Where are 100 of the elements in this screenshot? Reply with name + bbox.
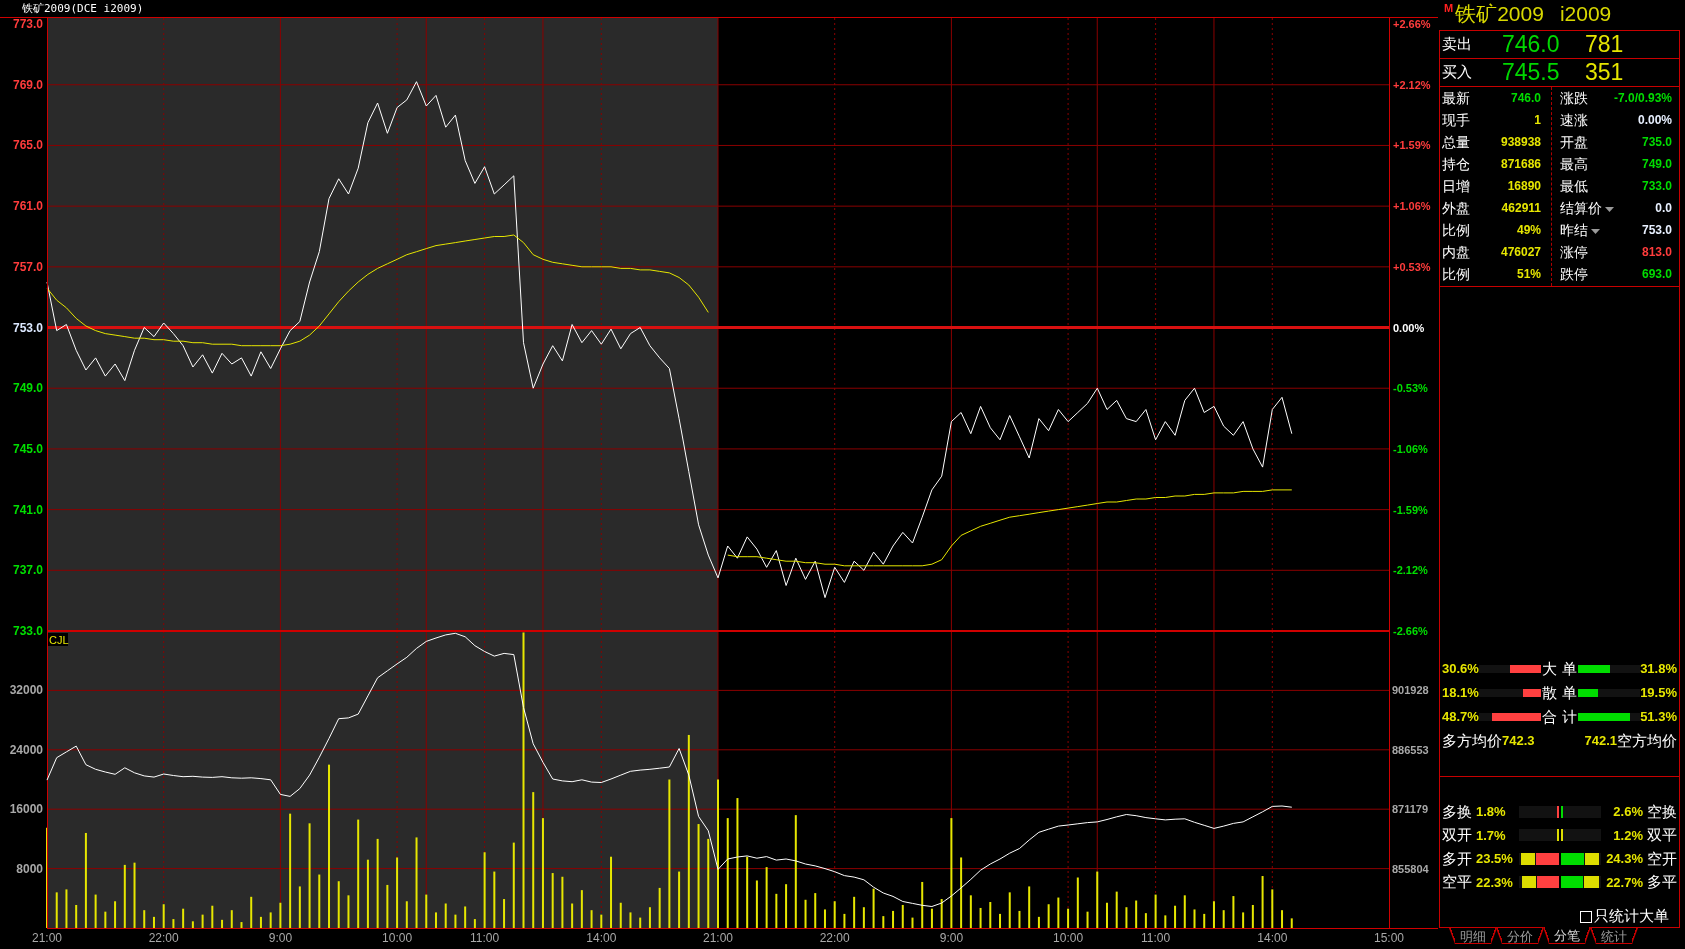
- volume-axis-label: 16000: [9, 802, 43, 817]
- stat-value: 813.0: [1641, 244, 1672, 261]
- stat-label: 昨结: [1560, 220, 1588, 240]
- stat-value: 871686: [1500, 156, 1541, 173]
- quote-label: 买入: [1441, 62, 1473, 83]
- quote-label: 卖出: [1441, 34, 1473, 55]
- flow-label: 多开: [1442, 848, 1473, 869]
- stat-label: 最新: [1442, 88, 1470, 108]
- percent-axis-label: +1.59%: [1393, 139, 1431, 152]
- price-axis-label: 741.0: [12, 502, 43, 517]
- stat-label: 涨停: [1560, 242, 1588, 262]
- volume-axis-label: 24000: [9, 742, 43, 757]
- price-axis-label: 773.0: [12, 17, 43, 32]
- stat-value: 0.00%: [1637, 112, 1672, 129]
- stat-value: 1: [1534, 112, 1541, 129]
- ratio-value: 18.1%: [1442, 684, 1479, 703]
- price-axis-label: 753.0: [12, 320, 43, 335]
- time-axis-label: 22:00: [819, 931, 850, 945]
- stat-value: -7.0/0.93%: [1613, 90, 1672, 107]
- stat-label: 外盘: [1442, 198, 1470, 218]
- stat-value: 735.0: [1641, 134, 1672, 151]
- time-axis-label: 22:00: [148, 931, 179, 945]
- market-letter: M: [1444, 3, 1454, 14]
- percent-axis-label: -2.12%: [1393, 564, 1428, 577]
- stat-value: 749.0: [1641, 156, 1672, 173]
- stat-label: 现手: [1442, 110, 1470, 130]
- price-axis-label: 737.0: [12, 563, 43, 578]
- price-axis-label: 733.0: [12, 624, 43, 638]
- stat-value: 476027: [1500, 244, 1541, 261]
- stat-value: 0.0: [1655, 200, 1672, 217]
- price-axis-label: 761.0: [12, 199, 43, 214]
- time-axis-label: 9:00: [939, 931, 964, 945]
- order-type-label: 散 单: [1541, 682, 1578, 703]
- stat-value: 16890: [1507, 178, 1541, 195]
- stat-value: 51%: [1516, 266, 1541, 283]
- stat-value: 938938: [1500, 134, 1541, 151]
- time-axis-label: 11:00: [470, 931, 500, 945]
- checkbox-label: 只统计大单: [1594, 906, 1669, 927]
- average-price-value: 742.3: [1502, 732, 1535, 751]
- average-price-value: 742.1: [1584, 732, 1617, 751]
- open-interest-axis-label: 901928: [1392, 684, 1429, 697]
- time-axis-label: 14:00: [586, 931, 617, 945]
- contract-code: i2009: [1559, 1, 1612, 27]
- time-axis-label: 10:00: [382, 931, 413, 945]
- flow-value: 2.6%: [1612, 803, 1643, 821]
- flow-label: 双平: [1646, 825, 1677, 845]
- price-axis-label: 745.0: [12, 441, 43, 456]
- stat-label: 总量: [1442, 132, 1470, 152]
- stat-label: 速涨: [1560, 110, 1588, 130]
- volume-axis-label: 8000: [16, 861, 43, 876]
- flow-value: 1.2%: [1612, 826, 1643, 845]
- percent-axis-label: -1.06%: [1393, 442, 1428, 455]
- flow-value: 24.3%: [1605, 850, 1643, 868]
- time-axis-label: 15:00: [1374, 931, 1404, 945]
- quote-volume: 351: [1585, 61, 1624, 84]
- flow-value: 22.7%: [1605, 873, 1643, 892]
- open-interest-axis-label: 855804: [1392, 862, 1429, 875]
- price-axis-label: 757.0: [12, 259, 43, 274]
- flow-label: 空换: [1646, 801, 1677, 822]
- quote-price: 746.0: [1502, 33, 1561, 56]
- percent-axis-label: -2.66%: [1393, 625, 1428, 637]
- quote-volume: 781: [1585, 33, 1624, 56]
- quote-price: 745.5: [1502, 61, 1561, 84]
- stat-label: 内盘: [1442, 242, 1470, 262]
- stat-label: 结算价: [1560, 198, 1602, 218]
- percent-axis-label: 0.00%: [1393, 321, 1425, 334]
- flow-value: 22.3%: [1476, 873, 1514, 892]
- time-axis-label: 21:00: [32, 931, 62, 945]
- flow-label: 双开: [1442, 825, 1473, 845]
- flow-value: 1.7%: [1476, 826, 1507, 845]
- stat-label: 最高: [1560, 154, 1588, 174]
- price-axis-label: 765.0: [12, 138, 43, 153]
- order-type-label: 大 单: [1541, 658, 1578, 679]
- percent-axis-label: +1.06%: [1393, 200, 1431, 213]
- stat-label: 涨跌: [1560, 88, 1588, 108]
- contract-name: 铁矿2009: [1455, 1, 1544, 27]
- flow-value: 23.5%: [1476, 850, 1514, 868]
- order-type-label: 合 计: [1541, 706, 1578, 727]
- stat-label: 跌停: [1560, 264, 1588, 284]
- ratio-value: 31.8%: [1640, 660, 1677, 679]
- percent-axis-label: -0.53%: [1393, 382, 1428, 395]
- stat-value: 753.0: [1641, 222, 1672, 239]
- ratio-value: 30.6%: [1442, 660, 1479, 679]
- time-axis-label: 10:00: [1053, 931, 1084, 945]
- ratio-value: 48.7%: [1442, 708, 1479, 727]
- time-axis-label: 11:00: [1141, 931, 1171, 945]
- flow-value: 1.8%: [1476, 803, 1507, 821]
- stat-label: 最低: [1560, 176, 1588, 196]
- average-price-label: 空方均价: [1617, 730, 1677, 751]
- price-axis-label: 769.0: [12, 77, 43, 92]
- stat-value: 693.0: [1641, 266, 1672, 283]
- time-axis-label: 21:00: [703, 931, 733, 945]
- average-price-label: 多方均价: [1442, 730, 1502, 751]
- price-axis-label: 749.0: [12, 381, 43, 396]
- time-axis-label: 14:00: [1257, 931, 1288, 945]
- stat-value: 733.0: [1641, 178, 1672, 195]
- volume-axis-label: 32000: [9, 683, 43, 698]
- time-axis-label: 9:00: [268, 931, 293, 945]
- flow-label: 空开: [1646, 848, 1677, 869]
- stat-label: 比例: [1442, 264, 1470, 284]
